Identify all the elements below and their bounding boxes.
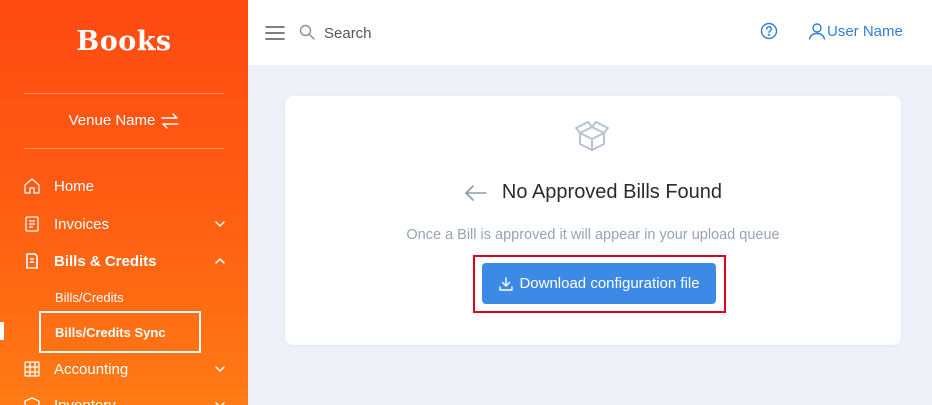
sidebar-item-inventory[interactable]: Inventory [22,393,226,405]
venue-name: Venue Name [68,112,156,129]
sidebar-item-home[interactable]: Home [22,174,226,198]
top-header: User Name [248,0,932,65]
sidebar-subitem-bills-credits[interactable]: Bills/Credits [55,290,124,305]
sidebar-divider [24,148,224,149]
invoice-icon [22,214,42,234]
search-input[interactable] [324,20,624,46]
home-icon [22,176,42,196]
sidebar-item-label: Inventory [54,396,116,405]
chevron-up-icon [215,257,225,264]
accounting-icon [22,359,42,379]
user-name: User Name [827,22,903,40]
user-icon [808,23,826,40]
empty-state-subtitle: Once a Bill is approved it will appear i… [406,227,780,243]
chevron-down-icon [215,402,225,405]
bill-icon [22,251,42,271]
download-config-button[interactable]: Download configuration file [482,263,716,304]
search-icon [299,24,315,40]
help-icon[interactable] [760,22,778,40]
chevron-down-icon [215,221,225,228]
app-logo[interactable]: Books [0,26,248,57]
menu-icon[interactable] [265,24,285,42]
chevron-down-icon [215,366,225,373]
download-icon [499,276,514,291]
sidebar-item-label: Accounting [54,360,129,378]
sidebar-item-label: Bills & Credits [54,252,157,270]
venue-switcher[interactable]: Venue Name [0,112,248,129]
sidebar-item-label: Home [54,177,95,195]
active-indicator [0,322,4,340]
back-arrow-icon[interactable] [464,184,488,202]
sidebar-item-label: Invoices [54,215,110,233]
swap-icon [161,112,180,129]
sidebar-item-bills-credits[interactable]: Bills & Credits [22,249,226,273]
empty-state-card: No Approved Bills Found Once a Bill is a… [285,96,901,345]
download-config-label: Download configuration file [519,275,700,292]
sidebar-item-accounting[interactable]: Accounting [22,357,226,381]
sidebar: Books Venue Name Home Invoices Bills & C… [0,0,248,405]
sidebar-divider [24,93,224,94]
user-menu[interactable]: User Name [808,22,903,40]
empty-state-title: No Approved Bills Found [501,181,723,203]
inventory-icon [22,395,42,405]
sidebar-item-invoices[interactable]: Invoices [22,212,226,236]
annotation-highlight [39,311,201,353]
box-icon [575,121,609,151]
